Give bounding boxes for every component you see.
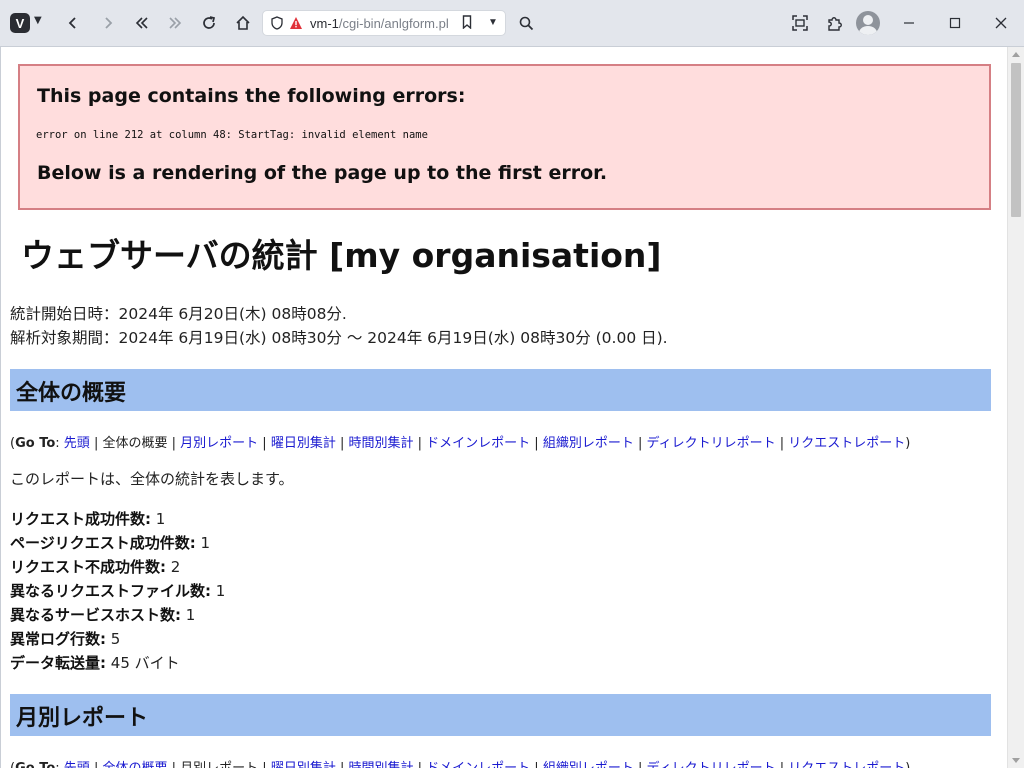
goto-label: Go To: [15, 436, 56, 451]
url-path: /cgi-bin/anlgform.pl: [338, 16, 449, 31]
address-dropdown-icon[interactable]: ▼: [488, 17, 498, 28]
section-title: 全体の概要: [16, 381, 127, 406]
goto-nav: (Go To: 先頭 | 全体の概要 | 月別レポート | 曜日別集計 | 時間…: [10, 436, 911, 451]
error-footer: Below is a rendering of the page up to t…: [37, 162, 608, 184]
goto-current-monthly: 月別レポート: [180, 761, 258, 768]
goto-link-directory[interactable]: ディレクトリレポート: [647, 761, 776, 768]
page-title: ウェブサーバの統計 [my organisation]: [21, 236, 662, 275]
fast-forward-icon[interactable]: [160, 8, 190, 38]
stats-start-date: 統計開始日時：2024年 6月20日(木) 08時08分.: [10, 305, 347, 323]
close-icon[interactable]: [986, 8, 1016, 38]
goto-nav: (Go To: 先頭 | 全体の概要 | 月別レポート | 曜日別集計 | 時間…: [10, 757, 910, 768]
goto-link-request[interactable]: リクエストレポート: [788, 761, 905, 768]
scrollbar-thumb[interactable]: [1011, 63, 1021, 217]
stat-item: 異常ログ行数: 5: [10, 630, 121, 648]
report-description: このレポートは、全体の統計を表します。: [10, 470, 294, 488]
stat-item: ページリクエスト成功件数: 1: [10, 534, 211, 552]
goto-link-org[interactable]: 組織別レポート: [543, 761, 634, 768]
goto-link-domain[interactable]: ドメインレポート: [426, 436, 530, 451]
browser-toolbar: V ▼ vm-1/cgi-bin/anlgform.pl ▼: [0, 0, 1024, 47]
address-bar[interactable]: vm-1/cgi-bin/anlgform.pl ▼: [262, 10, 506, 36]
extensions-icon[interactable]: [819, 8, 849, 38]
stat-item: リクエスト成功件数: 1: [10, 510, 166, 528]
goto-link-org[interactable]: 組織別レポート: [543, 436, 634, 451]
goto-link-hourly[interactable]: 時間別集計: [348, 436, 413, 451]
goto-link-overview[interactable]: 全体の概要: [102, 761, 167, 768]
section-header-overview: 全体の概要: [10, 369, 991, 411]
error-message: error on line 212 at column 48: StartTag…: [36, 129, 428, 141]
goto-link-top[interactable]: 先頭: [64, 436, 90, 451]
goto-link-weekday[interactable]: 曜日別集計: [271, 436, 336, 451]
scroll-down-arrow-icon[interactable]: [1012, 758, 1020, 763]
vertical-scrollbar[interactable]: [1007, 47, 1024, 768]
xml-error-box: This page contains the following errors:…: [18, 64, 991, 210]
section-header-monthly: 月別レポート: [10, 694, 991, 736]
goto-link-weekday[interactable]: 曜日別集計: [271, 761, 336, 768]
url-text[interactable]: vm-1/cgi-bin/anlgform.pl: [310, 16, 449, 31]
summary-stats: リクエスト成功件数: 1 ページリクエスト成功件数: 1 リクエスト不成功件数:…: [10, 507, 225, 675]
goto-link-hourly[interactable]: 時間別集計: [348, 761, 413, 768]
stat-item: 異なるサービスホスト数: 1: [10, 606, 196, 624]
goto-link-monthly[interactable]: 月別レポート: [180, 436, 258, 451]
forward-icon[interactable]: [93, 8, 123, 38]
goto-current-overview: 全体の概要: [102, 436, 168, 451]
stat-item: リクエスト不成功件数: 2: [10, 558, 181, 576]
profile-avatar[interactable]: [856, 11, 880, 35]
goto-label: Go To: [15, 761, 55, 768]
goto-link-request[interactable]: リクエストレポート: [788, 436, 905, 451]
back-icon[interactable]: [58, 8, 88, 38]
goto-link-directory[interactable]: ディレクトリレポート: [647, 436, 776, 451]
scroll-up-arrow-icon[interactable]: [1012, 52, 1020, 57]
error-heading: This page contains the following errors:: [37, 85, 466, 107]
rewind-icon[interactable]: [127, 8, 157, 38]
analysis-period: 解析対象期間：2024年 6月19日(水) 08時30分 〜 2024年 6月1…: [10, 329, 668, 347]
home-icon[interactable]: [228, 8, 258, 38]
search-icon[interactable]: [511, 8, 541, 38]
goto-link-top[interactable]: 先頭: [64, 761, 90, 768]
shield-icon[interactable]: [271, 16, 283, 30]
stat-item: データ転送量: 45 バイト: [10, 654, 180, 672]
url-host: vm-1: [310, 16, 339, 31]
capture-icon[interactable]: [785, 8, 815, 38]
page-viewport: This page contains the following errors:…: [0, 47, 1007, 768]
minimize-icon[interactable]: [894, 8, 924, 38]
reload-icon[interactable]: [194, 8, 224, 38]
chevron-down-icon[interactable]: ▼: [34, 15, 42, 26]
bookmark-icon[interactable]: [462, 15, 472, 32]
stat-item: 異なるリクエストファイル数: 1: [10, 582, 226, 600]
vivaldi-menu-icon[interactable]: V: [10, 13, 30, 33]
section-title: 月別レポート: [16, 706, 149, 731]
maximize-icon[interactable]: [940, 8, 970, 38]
warning-icon[interactable]: [289, 16, 303, 30]
goto-link-domain[interactable]: ドメインレポート: [426, 761, 530, 768]
